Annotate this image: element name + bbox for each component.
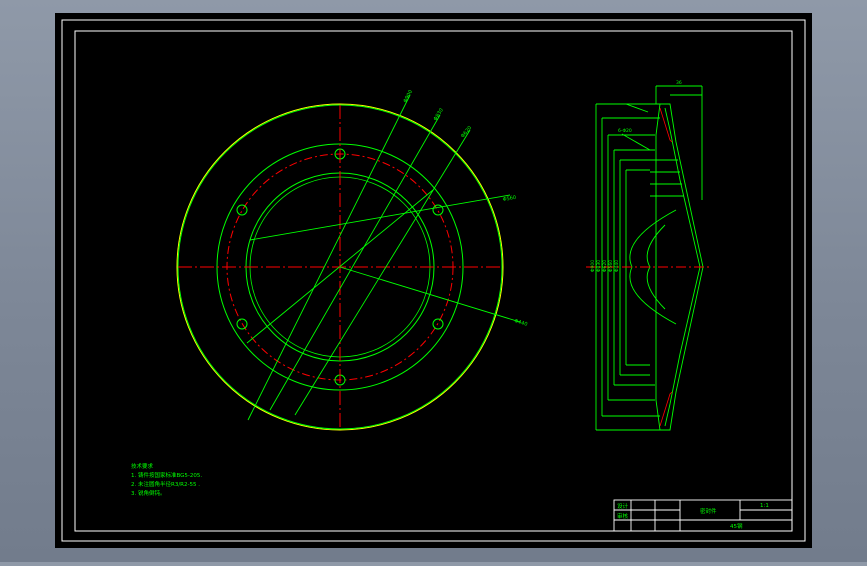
tech-req-item: 3. 锐角倒钝。 xyxy=(131,489,166,497)
tech-req-item: 2. 未注圆角半径R3/R2-55 . xyxy=(131,480,200,488)
dim-label: 6-Φ20 xyxy=(618,128,632,134)
dim-label: 36 xyxy=(676,80,682,86)
tech-req-item: 1. 铸件按国家标准BG5-205. xyxy=(131,471,202,479)
title-row-label: 设计 xyxy=(617,502,629,510)
dim-label: Φ830 xyxy=(596,260,602,272)
dim-label: Φ620 xyxy=(602,260,608,272)
dim-label: Φ900 xyxy=(590,260,596,272)
dim-label: Φ440 xyxy=(614,260,620,272)
cad-viewport[interactable]: Φ900 Φ830 Φ620 Φ560 Φ440 36 6-Φ20 Φ900 Φ… xyxy=(0,0,867,562)
title-row-label: 审核 xyxy=(617,512,629,520)
dim-label: Φ560 xyxy=(608,260,614,272)
tech-req-title: 技术要求 xyxy=(131,462,154,470)
part-name: 密封件 xyxy=(700,507,717,515)
scale: 1:1 xyxy=(760,503,769,509)
material: 45钢 xyxy=(730,522,743,530)
